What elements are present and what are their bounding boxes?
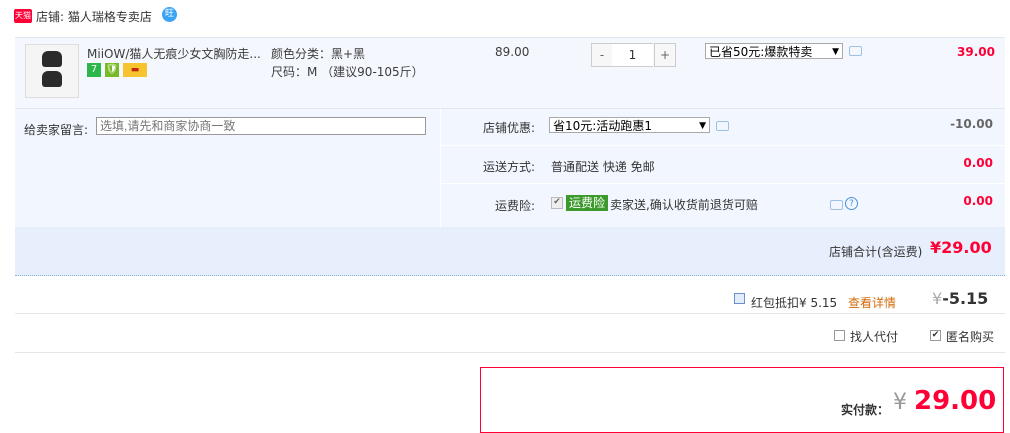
item-promo-select[interactable]: 已省50元:爆款特卖 ▼ xyxy=(705,43,843,59)
quality-guarantee-icon[interactable]: 🛡 xyxy=(105,63,119,77)
shop-total-value: ¥29.00 xyxy=(930,238,992,257)
shop-name-link[interactable]: 店铺: 猫人瑞格专卖店 xyxy=(36,8,152,25)
divider xyxy=(441,145,1005,146)
red-packet-details-link[interactable]: 查看详情 xyxy=(848,294,896,311)
chevron-down-icon: ▼ xyxy=(832,47,839,57)
shop-promo-label: 店铺优惠: xyxy=(482,121,535,135)
divider xyxy=(441,183,1005,184)
item-promo-value: 已省50元:爆款特卖 xyxy=(709,45,813,59)
product-image-top xyxy=(42,51,62,67)
insurance-description: 卖家送,确认收货前退货可赔 xyxy=(610,198,758,212)
divider xyxy=(15,352,1005,353)
chevron-down-icon: ▼ xyxy=(699,121,706,131)
message-input[interactable] xyxy=(96,117,426,135)
sku-color: 颜色分类：黑+黑 xyxy=(271,47,366,61)
payment-amount: 29.00 xyxy=(914,386,997,416)
promo-chat-icon[interactable] xyxy=(849,46,862,56)
red-packet-label: 红包抵扣¥ 5.15 xyxy=(751,296,838,310)
shipping-fee: 0.00 xyxy=(963,156,993,170)
shop-promo-select[interactable]: 省10元:活动跑惠1 ▼ xyxy=(549,117,710,133)
friend-pay-checkbox[interactable] xyxy=(834,330,845,341)
quantity-decrease-button[interactable]: - xyxy=(591,43,613,67)
anonymous-checkbox[interactable]: ✔ xyxy=(930,330,941,341)
insurance-label: 运费险: xyxy=(494,199,535,213)
insurance-chat-icon[interactable] xyxy=(830,200,843,210)
item-subtotal: 39.00 xyxy=(957,45,995,59)
payment-label: 实付款： xyxy=(841,403,890,417)
red-packet-checkbox[interactable] xyxy=(734,293,745,304)
divider xyxy=(15,313,1005,314)
item-thumbnail[interactable] xyxy=(25,44,79,98)
quantity-input[interactable]: 1 xyxy=(612,43,653,67)
message-label: 给卖家留言: xyxy=(24,123,89,137)
insurance-tag: 运费险 xyxy=(566,195,609,211)
product-image-bottom xyxy=(42,71,62,87)
cart-item-row: MiiOW/猫人无痕少女文胸防走... 7 🛡 ▬ 颜色分类：黑+黑 尺码：M … xyxy=(15,37,1005,109)
quantity-increase-button[interactable]: + xyxy=(654,43,676,67)
seven-day-return-icon[interactable]: 7 xyxy=(87,63,101,77)
shop-total-label: 店铺合计(含运费) xyxy=(829,245,923,259)
tmall-badge: 天猫 xyxy=(14,9,32,23)
credit-card-icon[interactable]: ▬ xyxy=(123,63,147,77)
insurance-fee: 0.00 xyxy=(963,194,993,208)
red-packet-amount: -5.15 xyxy=(942,289,989,308)
shop-promo-chat-icon[interactable] xyxy=(716,121,729,131)
unit-price: 89.00 xyxy=(495,45,530,59)
shipping-method: 普通配送 快递 免邮 xyxy=(551,160,655,174)
anonymous-label: 匿名购买 xyxy=(946,330,995,344)
item-title-link[interactable]: MiiOW/猫人无痕少女文胸防走... xyxy=(87,45,267,62)
insurance-checkbox[interactable]: ✔ xyxy=(551,197,563,209)
yen-symbol: ¥ xyxy=(932,289,943,308)
shop-promo-amount: -10.00 xyxy=(950,117,993,131)
friend-pay-label: 找人代付 xyxy=(850,330,899,344)
shipping-label: 运送方式: xyxy=(482,160,535,174)
sku-size: 尺码：M （建议90-105斤） xyxy=(271,65,424,79)
payment-yen-symbol: ¥ xyxy=(893,390,907,415)
shop-promo-value-text: 省10元:活动跑惠1 xyxy=(553,119,652,133)
red-packet-value: ¥-5.15 xyxy=(932,289,988,308)
wangwang-chat-icon[interactable]: 旺 xyxy=(162,7,177,22)
help-icon[interactable]: ? xyxy=(845,197,858,210)
